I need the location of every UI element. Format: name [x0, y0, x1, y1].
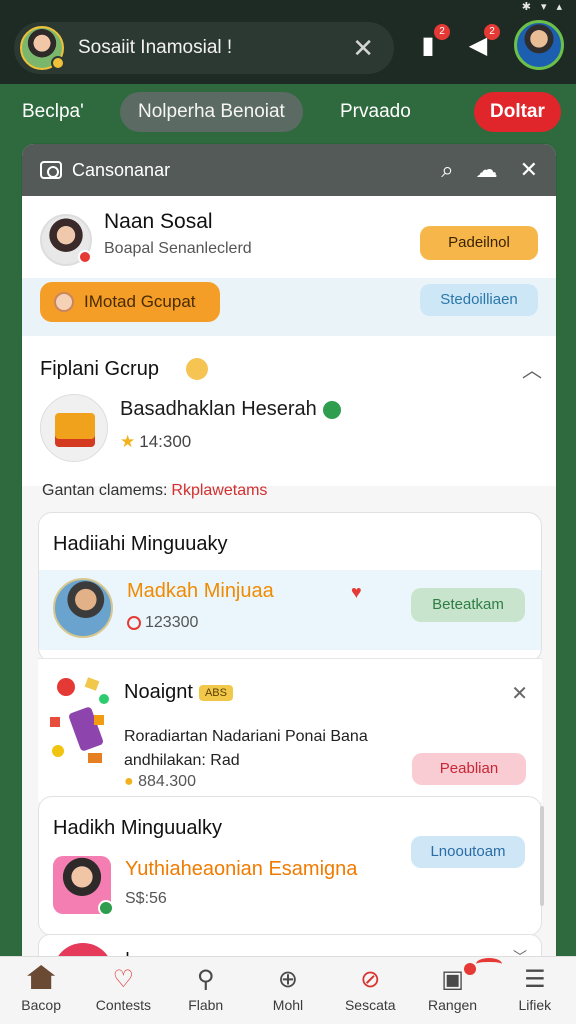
featured-footer: Gantan clamems: Rkplawetams [42, 482, 268, 499]
item-title: Madkah Minjuaa [127, 580, 274, 602]
community-modal: Cansonanar ⌕ ☁ ✕ Naan Sosal Boapal Senan… [22, 144, 556, 964]
search-input[interactable]: Sosaiit Inamosial ! [78, 37, 352, 59]
user-avatar[interactable] [514, 20, 564, 70]
chevron-up-icon[interactable]: ︿ [522, 354, 542, 383]
weekly-card-1: Hadiiahi Minguuaky Madkah Minjuaa ♥ 1233… [38, 512, 542, 662]
weekly-card-1-heading: Hadiiahi Minguuaky [53, 533, 228, 555]
nav-item-menu[interactable]: ☰ Lifiek [494, 957, 576, 1024]
item-title: Yuthiaheaonian Esamigna [125, 858, 358, 880]
featured-rating: ★ 14:300 [120, 432, 192, 451]
search-icon[interactable]: ⌕ [441, 157, 453, 183]
bluetooth-icon: ✱ [521, 1, 531, 13]
notification-body: Roradiartan Nadariani Ponai Bana andhila… [124, 728, 368, 769]
tag-icon: ⊘ [360, 966, 381, 993]
group-button[interactable]: IMotad Gcupat [40, 282, 220, 322]
nav-item-profile[interactable]: ⚲ Flabn [165, 957, 247, 1024]
top-bar: ✱ ▾ ▴ Sosaiit Inamosial ! ✕ ▮ 2 ◀ 2 [0, 0, 576, 84]
clear-search-icon[interactable]: ✕ [352, 35, 374, 61]
star-icon: ★ [120, 432, 136, 451]
tab-beclpa[interactable]: Beclpa' [22, 92, 84, 132]
notification-action-button[interactable]: Peablian [412, 753, 526, 785]
wifi-icon: ▾ [540, 1, 547, 13]
menu-icon: ☰ [524, 966, 546, 993]
nav-item-home[interactable]: Bacop [0, 957, 82, 1024]
item-action-button[interactable]: Lnooutoam [411, 836, 525, 868]
modal-header: Cansonanar ⌕ ☁ ✕ [22, 144, 556, 196]
list-item[interactable]: Madkah Minjuaa ♥ 123300 Beteatkam [39, 570, 541, 650]
tab-bar: Beclpa' Nolperha Benoiat Prvaado Doltar [0, 84, 576, 140]
cloud-icon[interactable]: ☁ [476, 157, 498, 183]
profile-secondary-button[interactable]: Stedoilliaen [420, 284, 538, 316]
tab-nolperha-benoiat[interactable]: Nolperha Benoiat [120, 92, 303, 132]
smile-icon [186, 358, 208, 380]
gift-icon [40, 394, 108, 462]
notification-meta: ● 884.300 [124, 773, 196, 790]
list-item[interactable]: Yuthiaheaonian Esamigna S$:56 Lnooutoam [39, 836, 541, 924]
item-avatar [53, 856, 114, 916]
scrollbar[interactable] [540, 806, 544, 906]
close-icon[interactable]: ✕ [520, 157, 538, 183]
status-bar: ✱ ▾ ▴ [521, 0, 562, 13]
nav-item-contests[interactable]: ♡ Contests [82, 957, 164, 1024]
tab-doltar[interactable]: Doltar [474, 92, 561, 132]
camera-icon[interactable] [40, 161, 62, 179]
floating-action-icon[interactable] [476, 958, 502, 970]
signal-icon: ▴ [556, 1, 562, 13]
bell-icon[interactable]: ▮ 2 [412, 24, 450, 62]
featured-group: Fiplani Gcrup ︿ Basadhaklan Heserah ★ 14:… [22, 336, 556, 486]
tab-prvaado[interactable]: Prvaado [340, 92, 411, 132]
close-icon[interactable]: ✕ [511, 681, 528, 706]
search-bar[interactable]: Sosaiit Inamosial ! ✕ [14, 22, 394, 74]
modal-title: Cansonanar [72, 159, 171, 180]
item-meta: 123300 [127, 614, 198, 632]
item-avatar [53, 578, 113, 638]
heart-icon: ♡ [112, 966, 135, 993]
search-avatar [20, 26, 65, 70]
weekly-card-2: Hadikh Minguualky Yuthiaheaonian Esamign… [38, 796, 542, 936]
notification-tag: ABS [198, 684, 233, 701]
profile-avatar[interactable] [40, 214, 92, 266]
group-avatar-icon [54, 292, 74, 312]
item-meta: S$:56 [125, 890, 167, 907]
heart-icon[interactable]: ♥ [351, 582, 362, 603]
info-icon [127, 615, 141, 630]
profile-subtitle: Boapal Senanleclerd [104, 240, 252, 257]
featured-title: Fiplani Gcrup [40, 358, 159, 380]
person-icon: ⚲ [196, 966, 215, 993]
notification-card: Noaignt ABS ✕ Roradiartan Nadariani Ponai… [38, 658, 542, 802]
item-action-button[interactable]: Beteatkam [411, 588, 525, 622]
coin-icon: ● [124, 773, 134, 790]
home-icon [0, 965, 82, 995]
plus-circle-icon: ⊕ [277, 966, 299, 993]
profile-name: Naan Sosal [104, 210, 213, 233]
nav-item-add[interactable]: ⊕ Mohl [247, 957, 329, 1024]
confetti-gift-icon [50, 677, 109, 763]
profile-primary-button[interactable]: Padeilnol [420, 226, 538, 260]
profile-section: Naan Sosal Boapal Senanleclerd Padeilnol… [22, 196, 556, 336]
megaphone-icon[interactable]: ◀ 2 [462, 24, 500, 62]
notification-title: Noaignt ABS [124, 681, 233, 704]
nav-item-sescata[interactable]: ⊘ Sescata [329, 957, 411, 1024]
footer-link[interactable]: Rkplawetams [171, 482, 267, 499]
featured-item-name[interactable]: Basadhaklan Heserah [120, 398, 341, 421]
verified-icon [322, 400, 341, 419]
